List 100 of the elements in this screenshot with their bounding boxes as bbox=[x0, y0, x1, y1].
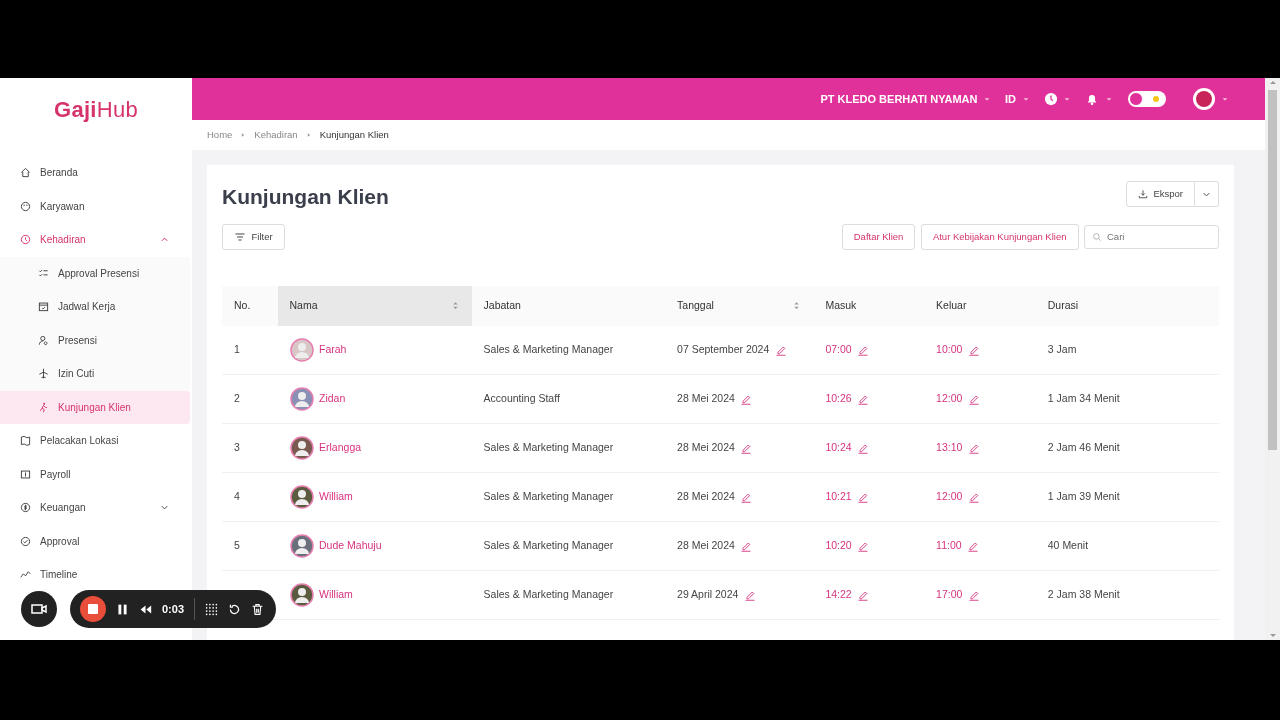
table-cell-text: 11:00 bbox=[936, 538, 962, 554]
employee-name[interactable]: Dude Mahuju bbox=[319, 538, 382, 555]
edit-icon[interactable] bbox=[857, 344, 870, 356]
caret-icon bbox=[1221, 95, 1229, 103]
column-header: Jabatan bbox=[483, 297, 521, 313]
edit-icon[interactable] bbox=[774, 344, 787, 356]
table-cell: 2 bbox=[234, 392, 240, 405]
caret-icon bbox=[983, 95, 991, 103]
breadcrumb-item[interactable]: Home bbox=[207, 127, 233, 143]
action-button[interactable]: Daftar Klien bbox=[841, 223, 916, 250]
table-cell-text: 14:22 bbox=[825, 587, 852, 603]
column-header: Masuk bbox=[825, 297, 857, 313]
sidebar-item[interactable]: Keuangan bbox=[0, 491, 190, 525]
column-header[interactable]: Tanggal bbox=[677, 297, 714, 314]
table-cell: Sales & Marketing Manager bbox=[483, 490, 614, 503]
pause-icon[interactable] bbox=[116, 602, 129, 616]
sidebar-item[interactable]: Timeline bbox=[0, 558, 190, 592]
table-cell-text: 28 Mei 2024 bbox=[677, 440, 735, 456]
edit-icon[interactable] bbox=[857, 589, 870, 602]
action-button[interactable]: Atur Kebijakan Kunjungan Klien bbox=[920, 223, 1079, 250]
sidebar-item[interactable]: Karyawan bbox=[0, 189, 190, 223]
sidebar-item[interactable]: Approval Presensi bbox=[0, 256, 190, 290]
edit-icon[interactable] bbox=[743, 589, 756, 602]
edit-icon[interactable] bbox=[857, 491, 870, 504]
table-cell: Accounting Staff bbox=[483, 392, 560, 405]
sidebar-item[interactable]: Beranda bbox=[0, 156, 190, 190]
search-field[interactable]: Cari bbox=[1084, 224, 1219, 249]
stop-button[interactable] bbox=[80, 596, 106, 622]
edit-icon[interactable] bbox=[740, 540, 753, 553]
breadcrumb-item[interactable]: Kehadiran bbox=[254, 127, 298, 143]
edit-icon[interactable] bbox=[967, 344, 980, 356]
edit-icon[interactable] bbox=[967, 491, 980, 504]
avatar bbox=[289, 485, 314, 510]
column-header: Durasi bbox=[1047, 297, 1079, 313]
edit-icon[interactable] bbox=[740, 442, 753, 455]
restart-icon[interactable] bbox=[228, 602, 242, 616]
sidebar-item[interactable]: Presensi bbox=[0, 323, 190, 357]
caret-right-icon bbox=[240, 131, 247, 139]
export-button[interactable]: Ekspor bbox=[1125, 181, 1195, 208]
table-cell: 2 Jam 38 Menit bbox=[1047, 588, 1120, 601]
edit-icon[interactable] bbox=[967, 589, 980, 602]
table-cell: Sales & Marketing Manager bbox=[483, 441, 614, 454]
calendar-icon bbox=[38, 301, 49, 313]
employee-name[interactable]: William bbox=[319, 587, 353, 604]
table-cell-text: 10:26 bbox=[825, 391, 852, 407]
table-cell-text: 10:20 bbox=[825, 538, 852, 554]
avatar bbox=[289, 338, 314, 362]
walking-icon bbox=[38, 401, 49, 413]
table-cell: Sales & Marketing Manager bbox=[483, 539, 614, 552]
column-header: No. bbox=[234, 297, 251, 313]
company-selector[interactable]: PT KLEDO BERHATI NYAMAN bbox=[820, 90, 978, 108]
download-icon bbox=[1137, 189, 1148, 200]
edit-icon[interactable] bbox=[967, 393, 980, 406]
clock-icon[interactable] bbox=[1043, 92, 1058, 106]
employee-name[interactable]: Erlangga bbox=[319, 440, 362, 457]
sidebar-item[interactable]: Payroll bbox=[0, 457, 190, 491]
sidebar-item[interactable]: Kehadiran bbox=[0, 223, 190, 257]
camera-icon bbox=[31, 601, 47, 617]
page-title: Kunjungan Klien bbox=[222, 184, 389, 210]
language-selector[interactable]: ID bbox=[1005, 90, 1016, 108]
sidebar-item[interactable]: Approval bbox=[0, 524, 190, 558]
table-cell-text: 12:00 bbox=[936, 489, 963, 505]
logo[interactable]: GajiHub bbox=[0, 78, 192, 140]
bell-icon[interactable] bbox=[1085, 92, 1099, 106]
sidebar-item[interactable]: Izin Cuti bbox=[0, 357, 190, 391]
edit-icon[interactable] bbox=[967, 540, 980, 553]
table-cell: 07:00 bbox=[825, 342, 852, 358]
table-cell-text: 28 Mei 2024 bbox=[677, 538, 735, 554]
home-icon bbox=[20, 167, 31, 179]
caret-right-icon bbox=[305, 131, 312, 139]
avatar bbox=[289, 583, 314, 608]
employee-name[interactable]: Farah bbox=[319, 342, 347, 358]
filter-button[interactable]: Filter bbox=[222, 223, 285, 250]
theme-toggle[interactable] bbox=[1126, 90, 1167, 108]
scrollbar[interactable] bbox=[1265, 78, 1280, 640]
table-cell: 4 bbox=[234, 490, 240, 503]
avatar[interactable] bbox=[1191, 87, 1216, 111]
employee-name[interactable]: William bbox=[319, 489, 353, 506]
caret-icon bbox=[1104, 95, 1113, 103]
edit-icon[interactable] bbox=[857, 540, 870, 553]
table-cell-text: 28 Mei 2024 bbox=[677, 489, 735, 505]
rewind-icon[interactable] bbox=[139, 602, 152, 616]
edit-icon[interactable] bbox=[740, 393, 753, 406]
edit-icon[interactable] bbox=[857, 393, 870, 406]
employee-name[interactable]: Zidan bbox=[319, 391, 346, 408]
column-header[interactable]: Nama bbox=[289, 297, 318, 314]
table-cell-text: 17:00 bbox=[936, 587, 963, 603]
table-cell: 1 bbox=[234, 343, 240, 356]
check-circle-icon bbox=[20, 535, 31, 547]
edit-icon[interactable] bbox=[967, 442, 980, 455]
sidebar-item[interactable]: Kunjungan Klien bbox=[0, 390, 190, 424]
edit-icon[interactable] bbox=[857, 442, 870, 455]
edit-icon[interactable] bbox=[740, 491, 753, 504]
sidebar-item[interactable]: Pelacakan Lokasi bbox=[0, 424, 190, 458]
table-cell-text: 29 April 2024 bbox=[677, 587, 739, 603]
table-cell: 10:00 bbox=[936, 342, 963, 358]
filter-icon bbox=[234, 230, 246, 243]
trash-icon[interactable] bbox=[251, 602, 265, 616]
grid-icon[interactable] bbox=[205, 602, 219, 616]
sidebar-item[interactable]: Jadwal Kerja bbox=[0, 290, 190, 324]
